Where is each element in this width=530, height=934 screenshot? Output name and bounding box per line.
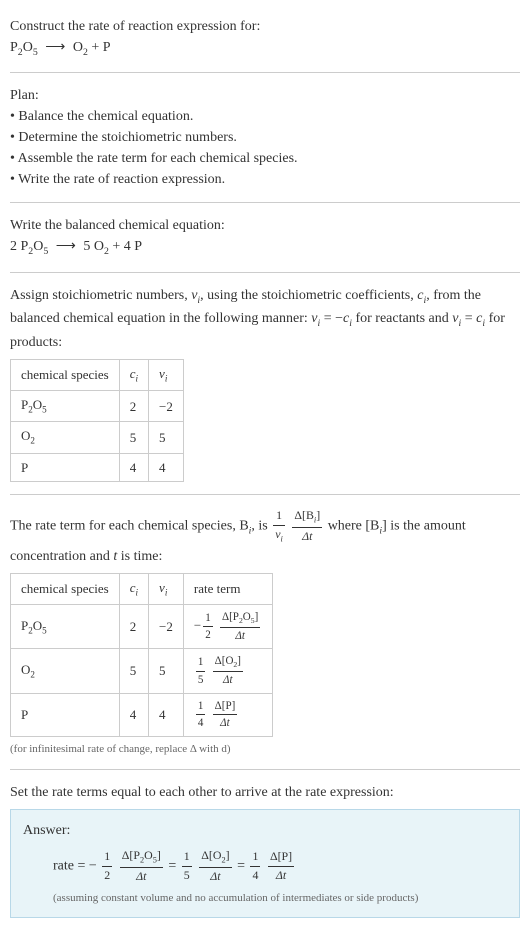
ci-cell: 5 <box>119 649 148 693</box>
fraction: Δ[Bi]Δt <box>292 507 322 546</box>
ci-cell: 4 <box>119 693 148 736</box>
problem-title: Construct the rate of reaction expressio… <box>10 16 520 37</box>
reactant: P2O5 <box>10 40 38 55</box>
unbalanced-equation: P2O5 ⟶ O2 + P <box>10 37 520 60</box>
stoich-table: chemical species ci νi P2O5 2 −2 O2 5 5 … <box>10 359 184 482</box>
header-ci: ci <box>119 573 148 604</box>
nui-cell: 5 <box>149 649 184 693</box>
stoich-description: Assign stoichiometric numbers, νi, using… <box>10 285 520 353</box>
balanced-section: Write the balanced chemical equation: 2 … <box>10 207 520 267</box>
rate-expression: rate = − 12 Δ[P2O5]Δt = 15 Δ[O2]Δt = 14 … <box>23 847 507 886</box>
species-cell: O2 <box>11 422 120 453</box>
divider <box>10 494 520 495</box>
plan-item: Assemble the rate term for each chemical… <box>10 148 520 169</box>
plan-label: Plan: <box>10 85 520 106</box>
table-row: O2 5 5 <box>11 422 184 453</box>
ci-cell: 2 <box>119 391 148 422</box>
header-rate: rate term <box>183 573 272 604</box>
reaction-arrow-icon: ⟶ <box>45 37 65 58</box>
balanced-equation: 2 P2O5 ⟶ 5 O2 + 4 P <box>10 236 520 259</box>
divider <box>10 202 520 203</box>
divider <box>10 272 520 273</box>
products: O2 + P <box>73 40 111 55</box>
plan-section: Plan: Balance the chemical equation. Det… <box>10 77 520 198</box>
table-row: O2 5 5 15 Δ[O2]Δt <box>11 649 273 693</box>
nui-cell: 4 <box>149 693 184 736</box>
rate-cell: 15 Δ[O2]Δt <box>183 649 272 693</box>
header-species: chemical species <box>11 573 120 604</box>
table-row: P 4 4 <box>11 453 184 482</box>
nui-cell: −2 <box>149 605 184 649</box>
answer-note: (assuming constant volume and no accumul… <box>23 890 507 907</box>
answer-box: Answer: rate = − 12 Δ[P2O5]Δt = 15 Δ[O2]… <box>10 809 520 917</box>
species-cell: O2 <box>11 649 120 693</box>
table-row: P2O5 2 −2 <box>11 391 184 422</box>
final-section: Set the rate terms equal to each other t… <box>10 774 520 925</box>
nui-cell: 4 <box>149 453 184 482</box>
rate-cell: −12 Δ[P2O5]Δt <box>183 605 272 649</box>
plan-item: Determine the stoichiometric numbers. <box>10 127 520 148</box>
species-cell: P <box>11 453 120 482</box>
rate-term-description: The rate term for each chemical species,… <box>10 507 520 567</box>
stoich-section: Assign stoichiometric numbers, νi, using… <box>10 277 520 490</box>
reaction-arrow-icon: ⟶ <box>56 236 76 257</box>
plan-item: Balance the chemical equation. <box>10 106 520 127</box>
header-ci: ci <box>119 359 148 390</box>
nui-cell: 5 <box>149 422 184 453</box>
divider <box>10 769 520 770</box>
table-header-row: chemical species ci νi <box>11 359 184 390</box>
header-nui: νi <box>149 573 184 604</box>
infinitesimal-note: (for infinitesimal rate of change, repla… <box>10 741 520 758</box>
table-row: P2O5 2 −2 −12 Δ[P2O5]Δt <box>11 605 273 649</box>
final-label: Set the rate terms equal to each other t… <box>10 782 520 803</box>
ci-cell: 5 <box>119 422 148 453</box>
rate-cell: 14 Δ[P]Δt <box>183 693 272 736</box>
table-row: P 4 4 14 Δ[P]Δt <box>11 693 273 736</box>
rate-table: chemical species ci νi rate term P2O5 2 … <box>10 573 273 737</box>
header-species: chemical species <box>11 359 120 390</box>
answer-label: Answer: <box>23 820 507 841</box>
balanced-label: Write the balanced chemical equation: <box>10 215 520 236</box>
fraction: 1νi <box>273 507 285 546</box>
species-cell: P2O5 <box>11 605 120 649</box>
nui-cell: −2 <box>149 391 184 422</box>
species-cell: P <box>11 693 120 736</box>
plan-list: Balance the chemical equation. Determine… <box>10 106 520 190</box>
species-cell: P2O5 <box>11 391 120 422</box>
table-header-row: chemical species ci νi rate term <box>11 573 273 604</box>
plan-item: Write the rate of reaction expression. <box>10 169 520 190</box>
ci-cell: 2 <box>119 605 148 649</box>
header-nui: νi <box>149 359 184 390</box>
rate-term-section: The rate term for each chemical species,… <box>10 499 520 765</box>
ci-cell: 4 <box>119 453 148 482</box>
problem-header: Construct the rate of reaction expressio… <box>10 8 520 68</box>
divider <box>10 72 520 73</box>
